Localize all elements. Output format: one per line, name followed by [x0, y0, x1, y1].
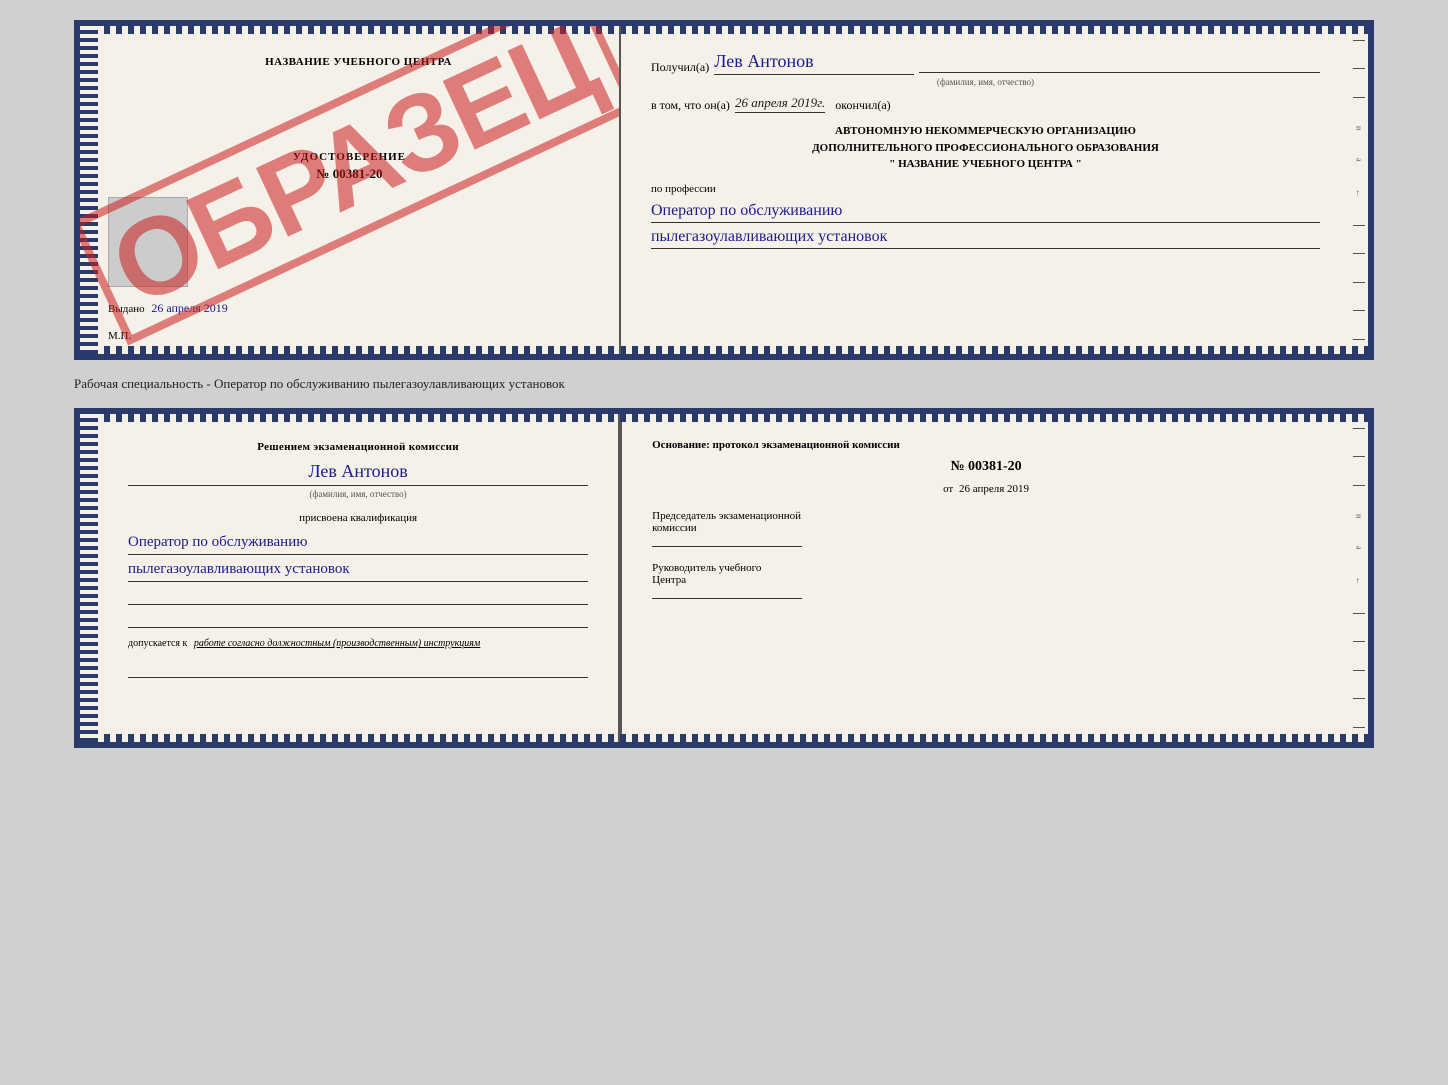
udostoverenie-title: УДОСТОВЕРЕНИЕ: [293, 151, 406, 163]
dopuskaetsya-text: работе согласно должностным (производств…: [194, 638, 480, 649]
profession-line2: пылегазоулавливающих установок: [651, 226, 1320, 249]
school-name-top: НАЗВАНИЕ УЧЕБНОГО ЦЕНТРА: [128, 56, 589, 68]
tsentra-label: Центра: [652, 574, 1320, 586]
rukovoditel-sign-line: [652, 598, 802, 599]
predsedatel-block: Председатель экзаменационной комиссии: [652, 510, 1320, 547]
cert-top-right: Получил(а) Лев Антонов (фамилия, имя, от…: [621, 26, 1368, 354]
resheniem-block: Решением экзаменационной комиссии Лев Ан…: [128, 439, 588, 502]
document-container: НАЗВАНИЕ УЧЕБНОГО ЦЕНТРА ОБРАЗЕЦ УДОСТОВ…: [74, 20, 1374, 748]
mp-line: М.П.: [108, 330, 131, 342]
photo-placeholder: [108, 197, 188, 287]
ot-date: 26 апреля 2019: [959, 483, 1029, 495]
left-stripe: [80, 26, 98, 354]
udostoverenie-num: № 00381-20: [293, 166, 406, 182]
osnovanie-title: Основание: протокол экзаменационной коми…: [652, 439, 1320, 451]
vydano-label: Выдано: [108, 303, 145, 315]
bottom-person-name: Лев Антонов: [128, 457, 588, 486]
certificate-bottom: Решением экзаменационной комиссии Лев Ан…: [74, 408, 1374, 748]
org-line2: ДОПОЛНИТЕЛЬНОГО ПРОФЕССИОНАЛЬНОГО ОБРАЗО…: [651, 140, 1320, 157]
predsedatel-sign-line: [652, 546, 802, 547]
dopuskaetsya-label: допускается к: [128, 638, 187, 649]
vydano-line: Выдано 26 апреля 2019: [108, 301, 228, 316]
resheniem-title: Решением экзаменационной комиссии: [128, 439, 588, 457]
org-block: АВТОНОМНУЮ НЕКОММЕРЧЕСКУЮ ОРГАНИЗАЦИЮ ДО…: [651, 123, 1320, 173]
bottom-right-edge-marks: и а ←: [1350, 414, 1368, 742]
right-edge-marks: и а ←: [1350, 26, 1368, 354]
prisvoena-line: присвоена квалификация: [128, 510, 588, 528]
obrazets-text: ОБРАЗЕЦ: [80, 26, 621, 345]
rukovoditel-block: Руководитель учебного Центра: [652, 562, 1320, 599]
bottom-left-content: Решением экзаменационной комиссии Лев Ан…: [128, 439, 588, 678]
po-professii-label: по профессии: [651, 183, 1320, 195]
predsedatel-label: Председатель экзаменационной: [652, 510, 1320, 522]
fio-subtitle-top: (фамилия, имя, отчество): [651, 77, 1320, 87]
vtom-date: 26 апреля 2019г.: [735, 95, 825, 113]
blank-line-1: [128, 587, 588, 605]
bottom-fio-subtitle: (фамилия, имя, отчество): [128, 485, 588, 501]
blank-line-3: [128, 660, 588, 678]
bottom-qualification-line1: Оператор по обслуживанию: [128, 530, 588, 555]
komissii-label: комиссии: [652, 522, 1320, 534]
protocol-num: № 00381-20: [652, 459, 1320, 475]
vydano-date: 26 апреля 2019: [151, 301, 227, 315]
okonchil-label: окончил(а): [835, 98, 890, 113]
ot-label: от: [943, 483, 953, 495]
osnovanie-block: Основание: протокол экзаменационной коми…: [652, 439, 1320, 599]
dopuskaetsya-line: допускается к работе согласно должностны…: [128, 636, 588, 652]
bottom-left-stripe: [80, 414, 98, 742]
vtom-line: в том, что он(а) 26 апреля 2019г. окончи…: [651, 95, 1320, 113]
poluchil-label: Получил(а): [651, 60, 709, 75]
bottom-qualification-line2: пылегазоулавливающих установок: [128, 557, 588, 582]
ot-date-line: от 26 апреля 2019: [652, 483, 1320, 495]
middle-label: Рабочая специальность - Оператор по обсл…: [74, 370, 1374, 398]
cert-bottom-left: Решением экзаменационной комиссии Лев Ан…: [80, 414, 620, 742]
cert-bottom-right: Основание: протокол экзаменационной коми…: [622, 414, 1368, 742]
cert-top-left: НАЗВАНИЕ УЧЕБНОГО ЦЕНТРА ОБРАЗЕЦ УДОСТОВ…: [80, 26, 621, 354]
poluchil-name: Лев Антонов: [714, 51, 914, 75]
poluchil-line: Получил(а) Лев Антонов: [651, 51, 1320, 75]
udostoverenie-block: УДОСТОВЕРЕНИЕ № 00381-20: [293, 151, 406, 182]
blank-line-2: [128, 610, 588, 628]
org-line1: АВТОНОМНУЮ НЕКОММЕРЧЕСКУЮ ОРГАНИЗАЦИЮ: [651, 123, 1320, 140]
top-dash: [919, 72, 1320, 73]
vtom-label: в том, что он(а): [651, 98, 730, 113]
org-line3: " НАЗВАНИЕ УЧЕБНОГО ЦЕНТРА ": [651, 156, 1320, 173]
certificate-top: НАЗВАНИЕ УЧЕБНОГО ЦЕНТРА ОБРАЗЕЦ УДОСТОВ…: [74, 20, 1374, 360]
profession-line1: Оператор по обслуживанию: [651, 200, 1320, 223]
rukovoditel-label: Руководитель учебного: [652, 562, 1320, 574]
